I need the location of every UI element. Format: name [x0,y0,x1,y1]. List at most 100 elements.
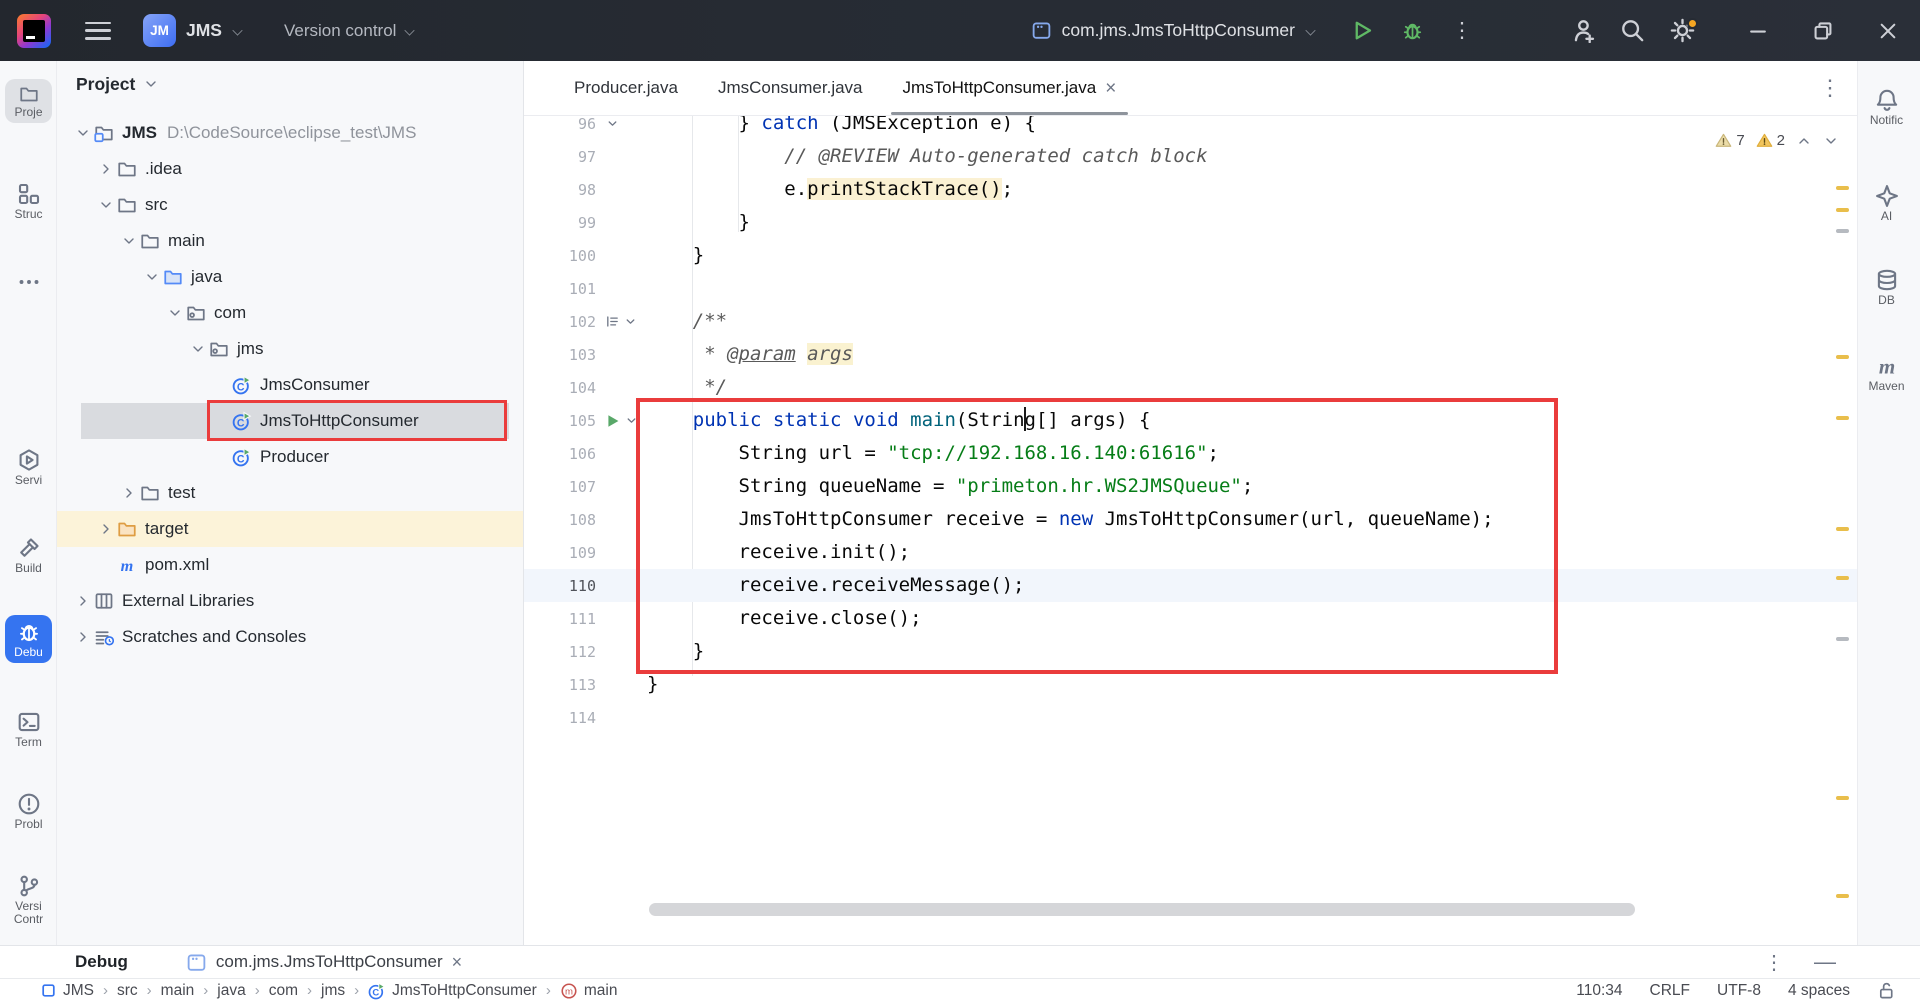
tree-collapse-icon[interactable] [73,123,93,143]
tree-expand-icon[interactable] [96,519,116,539]
code-line-101[interactable]: 101 [524,272,1857,305]
search-icon[interactable] [1607,11,1657,51]
stripe-item-maven-stripe[interactable]: mMaven [1863,349,1910,397]
code-line-103[interactable]: 103 * @param args [524,338,1857,371]
tree-collapse-icon[interactable] [96,195,116,215]
run-configuration-widget[interactable]: com.jms.JmsToHttpConsumer [1031,20,1319,41]
tree-row--idea[interactable]: .idea [57,151,523,187]
tree-row-producer[interactable]: CProducer [57,439,523,475]
code-line-97[interactable]: 97 // @REVIEW Auto-generated catch block [524,140,1857,173]
debug-button[interactable] [1387,11,1437,51]
code-line-114[interactable]: 114 [524,701,1857,734]
previous-problem-icon[interactable] [1796,133,1812,149]
error-stripe-mark[interactable] [1836,527,1849,531]
tree-row-target[interactable]: target [57,511,523,547]
horizontal-scrollbar[interactable] [649,903,1635,916]
breadcrumb-item-com[interactable]: com [269,982,298,1000]
close-icon[interactable]: × [452,952,463,973]
tree-expand-icon[interactable] [119,483,139,503]
error-stripe-mark[interactable] [1836,576,1849,580]
stripe-item-problems[interactable]: Probl [5,787,52,835]
breadcrumb-item-jmstohttpconsumer[interactable]: CJmsToHttpConsumer [368,982,537,1000]
tree-row-src[interactable]: src [57,187,523,223]
tree-collapse-icon[interactable] [165,303,185,323]
main-menu-icon[interactable] [85,22,111,40]
tree-row-test[interactable]: test [57,475,523,511]
warnings-indicator[interactable]: 7 [1715,132,1744,149]
code-line-96[interactable]: 96 } catch (JMSException e) { [524,116,1857,140]
code-line-104[interactable]: 104 */ [524,371,1857,404]
fold-chevron-icon[interactable] [624,413,639,428]
tree-expand-icon[interactable] [96,159,116,179]
code-line-98[interactable]: 98 e.printStackTrace(); [524,173,1857,206]
tree-expand-icon[interactable] [73,627,93,647]
stripe-item-build[interactable]: Build [5,531,52,579]
code-line-102[interactable]: 102 /** [524,305,1857,338]
stripe-item-folder[interactable]: Proje [5,79,52,123]
stripe-item-db[interactable]: DB [1863,263,1910,311]
minimize-button[interactable] [1725,0,1790,61]
tree-expand-icon[interactable] [73,591,93,611]
code-line-107[interactable]: 107 String queueName = "primeton.hr.WS2J… [524,470,1857,503]
tab-producer-java[interactable]: Producer.java [554,61,698,115]
error-stripe-mark[interactable] [1836,796,1849,800]
code-line-105[interactable]: 105 public static void main(String[] arg… [524,404,1857,437]
tab-jmsconsumer-java[interactable]: JmsConsumer.java [698,61,883,115]
error-stripe-mark[interactable] [1836,208,1849,212]
more-actions-button[interactable]: ⋮ [1437,11,1487,51]
code-line-113[interactable]: 113} [524,668,1857,701]
stripe-item-ai[interactable]: AI [1863,179,1910,227]
stripe-item-vcs[interactable]: Versi Contr [5,869,52,930]
error-stripe-mark[interactable] [1836,637,1849,641]
breadcrumb-item-main[interactable]: mmain [560,982,618,1000]
tree-row-jms[interactable]: JMSD:\CodeSource\eclipse_test\JMS [57,115,523,151]
tree-collapse-icon[interactable] [119,231,139,251]
next-problem-icon[interactable] [1823,133,1839,149]
stripe-item-terminal[interactable]: Term [5,705,52,753]
tree-collapse-icon[interactable] [188,339,208,359]
fold-chevron-icon[interactable] [623,314,638,329]
code-line-112[interactable]: 112 } [524,635,1857,668]
vcs-widget[interactable]: Version control [284,21,418,41]
code-with-me-icon[interactable] [1557,11,1607,51]
error-stripe-mark[interactable] [1836,229,1849,233]
breadcrumb-item-main[interactable]: main [161,982,195,1000]
close-icon[interactable]: × [1105,79,1116,98]
stripe-item-more[interactable] [5,265,52,300]
tree-row-jmsconsumer[interactable]: CJmsConsumer [57,367,523,403]
stripe-item-services[interactable]: Servi [5,443,52,491]
render-doc-icon[interactable] [605,314,620,329]
stripe-item-debug[interactable]: Debu [5,615,52,663]
fold-chevron-icon[interactable] [605,116,620,131]
run-line-icon[interactable] [605,413,621,429]
breadcrumb-item-jms[interactable]: jms [321,982,345,1000]
line-separator-widget[interactable]: CRLF [1650,982,1690,1000]
stripe-item-bell[interactable]: Notific [1863,83,1910,131]
debug-session-tab[interactable]: com.jms.JmsToHttpConsumer × [186,952,462,973]
tab-options-icon[interactable]: ⋮ [1819,75,1841,101]
error-stripe-mark[interactable] [1836,894,1849,898]
tree-row-scratches-and-consoles[interactable]: Scratches and Consoles [57,619,523,655]
tree-row-jms[interactable]: jms [57,331,523,367]
code-line-110[interactable]: 110 receive.receiveMessage(); [524,569,1857,602]
error-stripe-mark[interactable] [1836,355,1849,359]
tab-jmstohttpconsumer-java[interactable]: JmsToHttpConsumer.java× [883,61,1137,115]
error-stripe-mark[interactable] [1836,416,1849,420]
tree-row-jmstohttpconsumer[interactable]: CJmsToHttpConsumer [57,403,523,439]
code-line-99[interactable]: 99 } [524,206,1857,239]
tree-row-main[interactable]: main [57,223,523,259]
restore-button[interactable] [1790,0,1855,61]
tree-collapse-icon[interactable] [142,267,162,287]
code-editor[interactable]: 96 } catch (JMSException e) {97 // @REVI… [524,116,1857,945]
code-line-111[interactable]: 111 receive.close(); [524,602,1857,635]
close-button[interactable] [1855,0,1920,61]
code-line-108[interactable]: 108 JmsToHttpConsumer receive = new JmsT… [524,503,1857,536]
debug-options-icon[interactable]: ⋮ [1764,950,1784,975]
stripe-item-structure[interactable]: Struc [5,177,52,225]
tree-row-external-libraries[interactable]: External Libraries [57,583,523,619]
code-line-106[interactable]: 106 String url = "tcp://192.168.16.140:6… [524,437,1857,470]
error-stripe-mark[interactable] [1836,186,1849,190]
run-button[interactable] [1337,11,1387,51]
indent-widget[interactable]: 4 spaces [1788,982,1850,1000]
project-widget[interactable]: JM JMS [143,14,246,47]
